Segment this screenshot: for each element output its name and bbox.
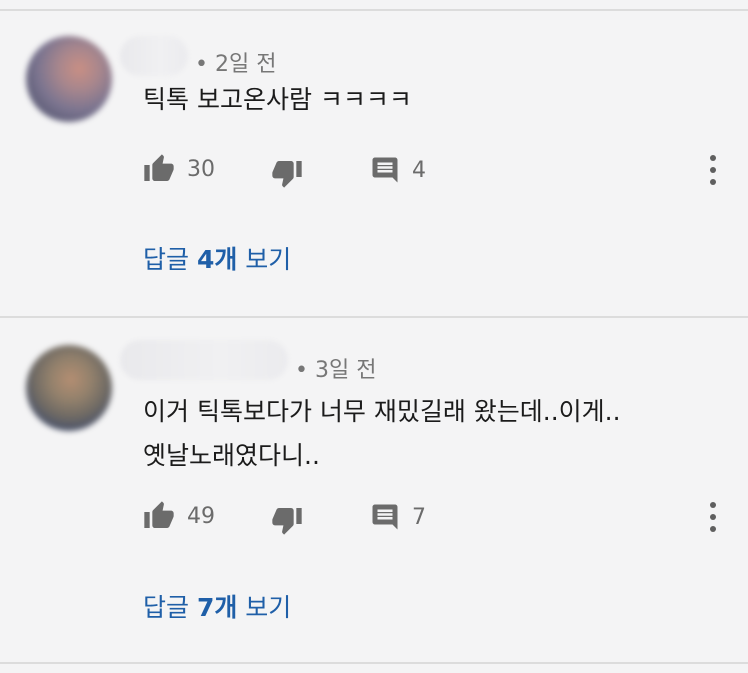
more-options-button[interactable] xyxy=(703,502,723,532)
thumbs-down-icon xyxy=(272,508,302,535)
comment-divider xyxy=(0,316,748,318)
reply-button[interactable]: 7 xyxy=(370,502,426,532)
comment-text: 이거 틱톡보다가 너무 재밌길래 왔는데..이게..옛날노래였다니.. xyxy=(143,397,621,470)
bottom-divider xyxy=(0,662,748,664)
thumbs-up-icon xyxy=(144,501,174,528)
avatar[interactable] xyxy=(26,345,112,431)
like-button[interactable]: 49 xyxy=(143,500,215,532)
thumbs-up-icon xyxy=(144,154,174,181)
more-vertical-icon xyxy=(710,155,716,161)
more-vertical-icon xyxy=(710,502,716,508)
reply-count: 4 xyxy=(412,157,426,183)
view-replies-link[interactable]: 답글 7개 보기 xyxy=(143,588,291,624)
comment-timestamp: • 3일 전 xyxy=(295,358,377,383)
author-name-blurred[interactable] xyxy=(120,340,288,380)
top-divider xyxy=(0,9,748,11)
dislike-button[interactable] xyxy=(271,157,303,189)
comment-text: 틱톡 보고온사람 ㅋㅋㅋㅋ xyxy=(143,85,412,114)
avatar[interactable] xyxy=(26,36,112,122)
reply-count: 7 xyxy=(412,504,426,530)
more-options-button[interactable] xyxy=(703,155,723,185)
reply-button[interactable]: 4 xyxy=(370,155,426,185)
comment-icon xyxy=(372,157,398,183)
comment-timestamp: • 2일 전 xyxy=(195,52,277,77)
view-replies-link[interactable]: 답글 4개 보기 xyxy=(143,240,291,276)
thumbs-down-icon xyxy=(272,161,302,188)
like-count: 49 xyxy=(187,503,215,529)
dislike-button[interactable] xyxy=(271,504,303,536)
author-name-blurred[interactable] xyxy=(120,36,188,76)
like-button[interactable]: 30 xyxy=(143,153,215,185)
like-count: 30 xyxy=(187,156,215,182)
comment-icon xyxy=(372,504,398,530)
